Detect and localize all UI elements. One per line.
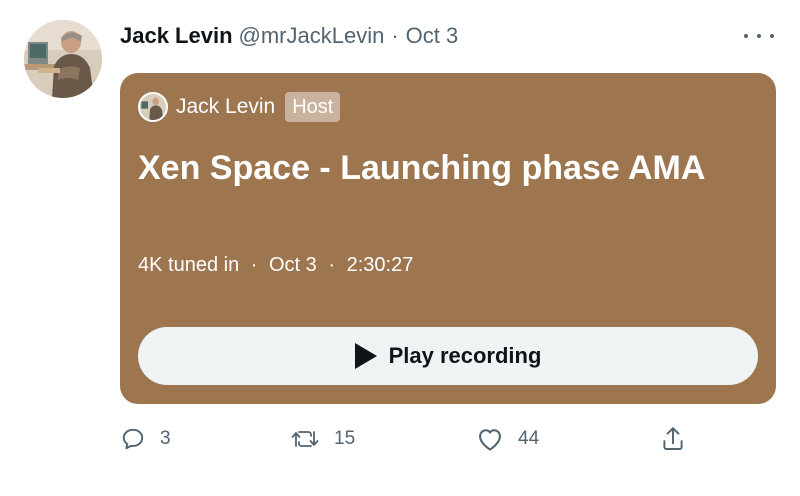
more-horizontal-icon-dot [770, 34, 774, 38]
reply-icon [122, 428, 144, 450]
like-count: 44 [518, 428, 540, 449]
avatar-photo [24, 20, 102, 98]
play-icon [354, 343, 377, 369]
host-badge: Host [285, 92, 341, 122]
space-card[interactable]: Jack Levin Host Xen Space - Launching ph… [120, 73, 776, 404]
tweet-actions: 3 15 44 [120, 424, 700, 454]
more-horizontal-icon [744, 34, 748, 38]
retweet-count: 15 [334, 428, 356, 449]
space-duration: 2:30:27 [346, 254, 414, 276]
play-recording-label: Play recording [388, 343, 542, 368]
share-button[interactable] [660, 424, 686, 454]
tweet-date[interactable]: Oct 3 [406, 23, 459, 49]
heart-icon [479, 429, 501, 451]
play-recording-button[interactable]: Play recording [138, 327, 758, 385]
space-title: Xen Space - Launching phase AMA [138, 149, 706, 187]
share-icon [663, 427, 683, 450]
tweet-header: Jack Levin @mrJackLevin · Oct 3 [120, 22, 458, 50]
space-date: Oct 3 [269, 254, 317, 276]
more-horizontal-icon-dot [757, 34, 761, 38]
author-name[interactable]: Jack Levin [120, 23, 233, 49]
like-button[interactable]: 44 [476, 424, 539, 454]
avatar[interactable] [24, 20, 102, 98]
host-row: Jack Levin Host [138, 91, 341, 123]
header-separator: · [391, 23, 399, 48]
host-avatar [138, 92, 168, 122]
retweet-icon [291, 431, 319, 447]
reply-button[interactable]: 3 [120, 424, 171, 454]
space-listeners: 4K tuned in [138, 254, 240, 276]
meta-separator: · [328, 254, 336, 276]
host-name: Jack Levin [176, 95, 276, 118]
author-handle[interactable]: @mrJackLevin [239, 23, 385, 49]
space-meta: 4K tuned in · Oct 3 · 2:30:27 [138, 254, 413, 277]
reply-count: 3 [160, 428, 171, 449]
meta-separator: · [250, 254, 258, 276]
retweet-button[interactable]: 15 [290, 424, 355, 454]
more-options-button[interactable] [744, 26, 774, 46]
host-avatar-photo [140, 94, 166, 120]
tweet: Jack Levin @mrJackLevin · Oct 3 Jack Lev… [0, 0, 800, 496]
